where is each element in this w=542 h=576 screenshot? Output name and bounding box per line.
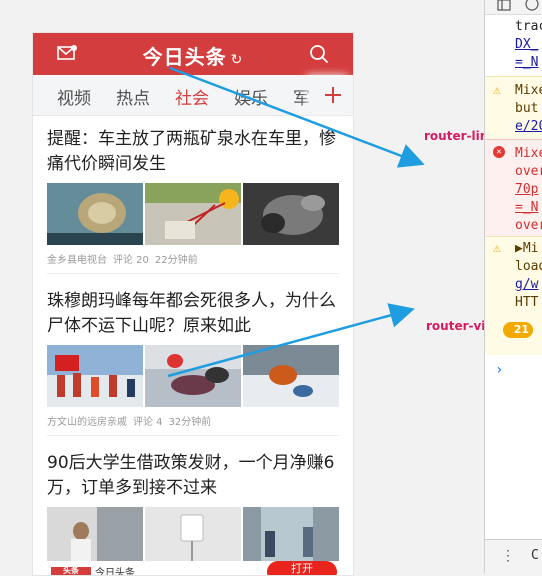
article-images: [47, 183, 339, 245]
tab-video[interactable]: 视频: [57, 84, 91, 109]
article-item[interactable]: 提醒：车主放了两瓶矿泉水在车里，惨痛代价瞬间发生 金乡县电视台 评论 20 22…: [47, 127, 339, 266]
warning-icon: ⚠: [493, 241, 501, 256]
app-download-text: 今日头条: [95, 568, 135, 576]
console-text: but: [515, 101, 539, 116]
panel-icon[interactable]: [497, 0, 511, 12]
console-log-row: trac DX_ =_N: [485, 15, 542, 75]
app-title-text: 今日头条: [142, 45, 227, 69]
console-text: Mixe: [515, 83, 542, 98]
console-error-row: ✕ Mixe over 70p =_N over: [485, 139, 542, 236]
warning-icon: ⚠: [493, 83, 501, 98]
console-text: trac: [515, 19, 542, 34]
article-image: [243, 507, 339, 569]
console-link[interactable]: 70p: [515, 182, 538, 197]
console-warning-row: ⚠ Mixe but e/20: [485, 76, 542, 139]
article-image: [47, 345, 143, 407]
divider: [47, 273, 339, 274]
article-title[interactable]: 提醒：车主放了两瓶矿泉水在车里，惨痛代价瞬间发生: [47, 127, 339, 177]
console-link[interactable]: =_N: [515, 55, 538, 70]
mobile-viewport: 今日头条 ↻ 视频 热点 社会 娱乐 军 提醒：车主放了两瓶矿泉水在车里，惨痛代价…: [32, 32, 354, 576]
console-text: HTT: [515, 295, 539, 310]
console-link[interactable]: =_N: [515, 200, 538, 215]
devtools-toolbar: [485, 0, 542, 15]
warning-count-badge[interactable]: 21: [503, 322, 533, 338]
console-text: load: [515, 259, 542, 274]
article-time: 32分钟前: [168, 417, 212, 428]
channel-tabs: 视频 热点 社会 娱乐 军: [33, 75, 353, 116]
article-item[interactable]: 90后大学生借政策发财，一个月净赚6万，订单多到接不过来: [47, 451, 339, 569]
clock-icon[interactable]: [525, 0, 539, 12]
app-header: 今日头条 ↻: [33, 33, 353, 75]
article-comments: 评论 4: [133, 417, 163, 428]
article-source[interactable]: 方文山的远房亲戚: [47, 417, 127, 428]
browser-top-strip: [0, 0, 484, 14]
console-text[interactable]: ▶Mi: [515, 241, 538, 256]
drawer-tab-label[interactable]: C: [531, 548, 539, 563]
article-image: [47, 183, 143, 245]
app-download-bar: 头条 今日头条 打开: [33, 561, 353, 575]
console-text: Mixe: [515, 146, 542, 161]
article-image: [243, 183, 339, 245]
console-prompt[interactable]: ›: [495, 362, 503, 378]
error-icon: ✕: [493, 146, 505, 158]
article-item[interactable]: 珠穆朗玛峰每年都会死很多人，为什么尸体不运下山呢？原来如此 方文山的远房亲戚 评…: [47, 289, 339, 428]
article-meta: 金乡县电视台 评论 20 22分钟前: [47, 251, 339, 266]
article-title[interactable]: 90后大学生借政策发财，一个月净赚6万，订单多到接不过来: [47, 451, 339, 501]
article-meta: 方文山的远房亲戚 评论 4 32分钟前: [47, 413, 339, 428]
devtools-console-panel: trac DX_ =_N ⚠ Mixe but e/20 ✕ Mixe over…: [484, 0, 542, 574]
more-icon[interactable]: ⋮: [501, 548, 515, 564]
article-time: 22分钟前: [154, 255, 198, 266]
console-text: over: [515, 164, 542, 179]
console-link[interactable]: e/20: [515, 119, 542, 134]
tab-society[interactable]: 社会: [175, 84, 209, 109]
add-channel-button[interactable]: [313, 75, 353, 115]
tab-entertainment[interactable]: 娱乐: [234, 84, 268, 109]
devtools-drawer: ⋮ C: [485, 539, 542, 574]
article-title[interactable]: 珠穆朗玛峰每年都会死很多人，为什么尸体不运下山呢？原来如此: [47, 289, 339, 339]
article-images: [47, 345, 339, 407]
console-text: over: [515, 218, 542, 233]
divider: [47, 435, 339, 436]
article-image: [145, 345, 241, 407]
article-source[interactable]: 金乡县电视台: [47, 255, 107, 266]
plus-icon: [325, 87, 341, 103]
console-link[interactable]: g/w: [515, 277, 538, 292]
article-image: [47, 507, 143, 569]
refresh-icon[interactable]: ↻: [231, 52, 244, 68]
search-icon[interactable]: [309, 44, 329, 64]
article-image: [243, 345, 339, 407]
article-comments: 评论 20: [113, 255, 149, 266]
tab-military[interactable]: 军: [293, 84, 310, 109]
app-title: 今日头条 ↻: [33, 41, 353, 70]
article-images: [47, 507, 339, 569]
article-image: [145, 507, 241, 569]
tab-hot[interactable]: 热点: [116, 84, 150, 109]
console-link[interactable]: DX_: [515, 37, 538, 52]
article-image: [145, 183, 241, 245]
